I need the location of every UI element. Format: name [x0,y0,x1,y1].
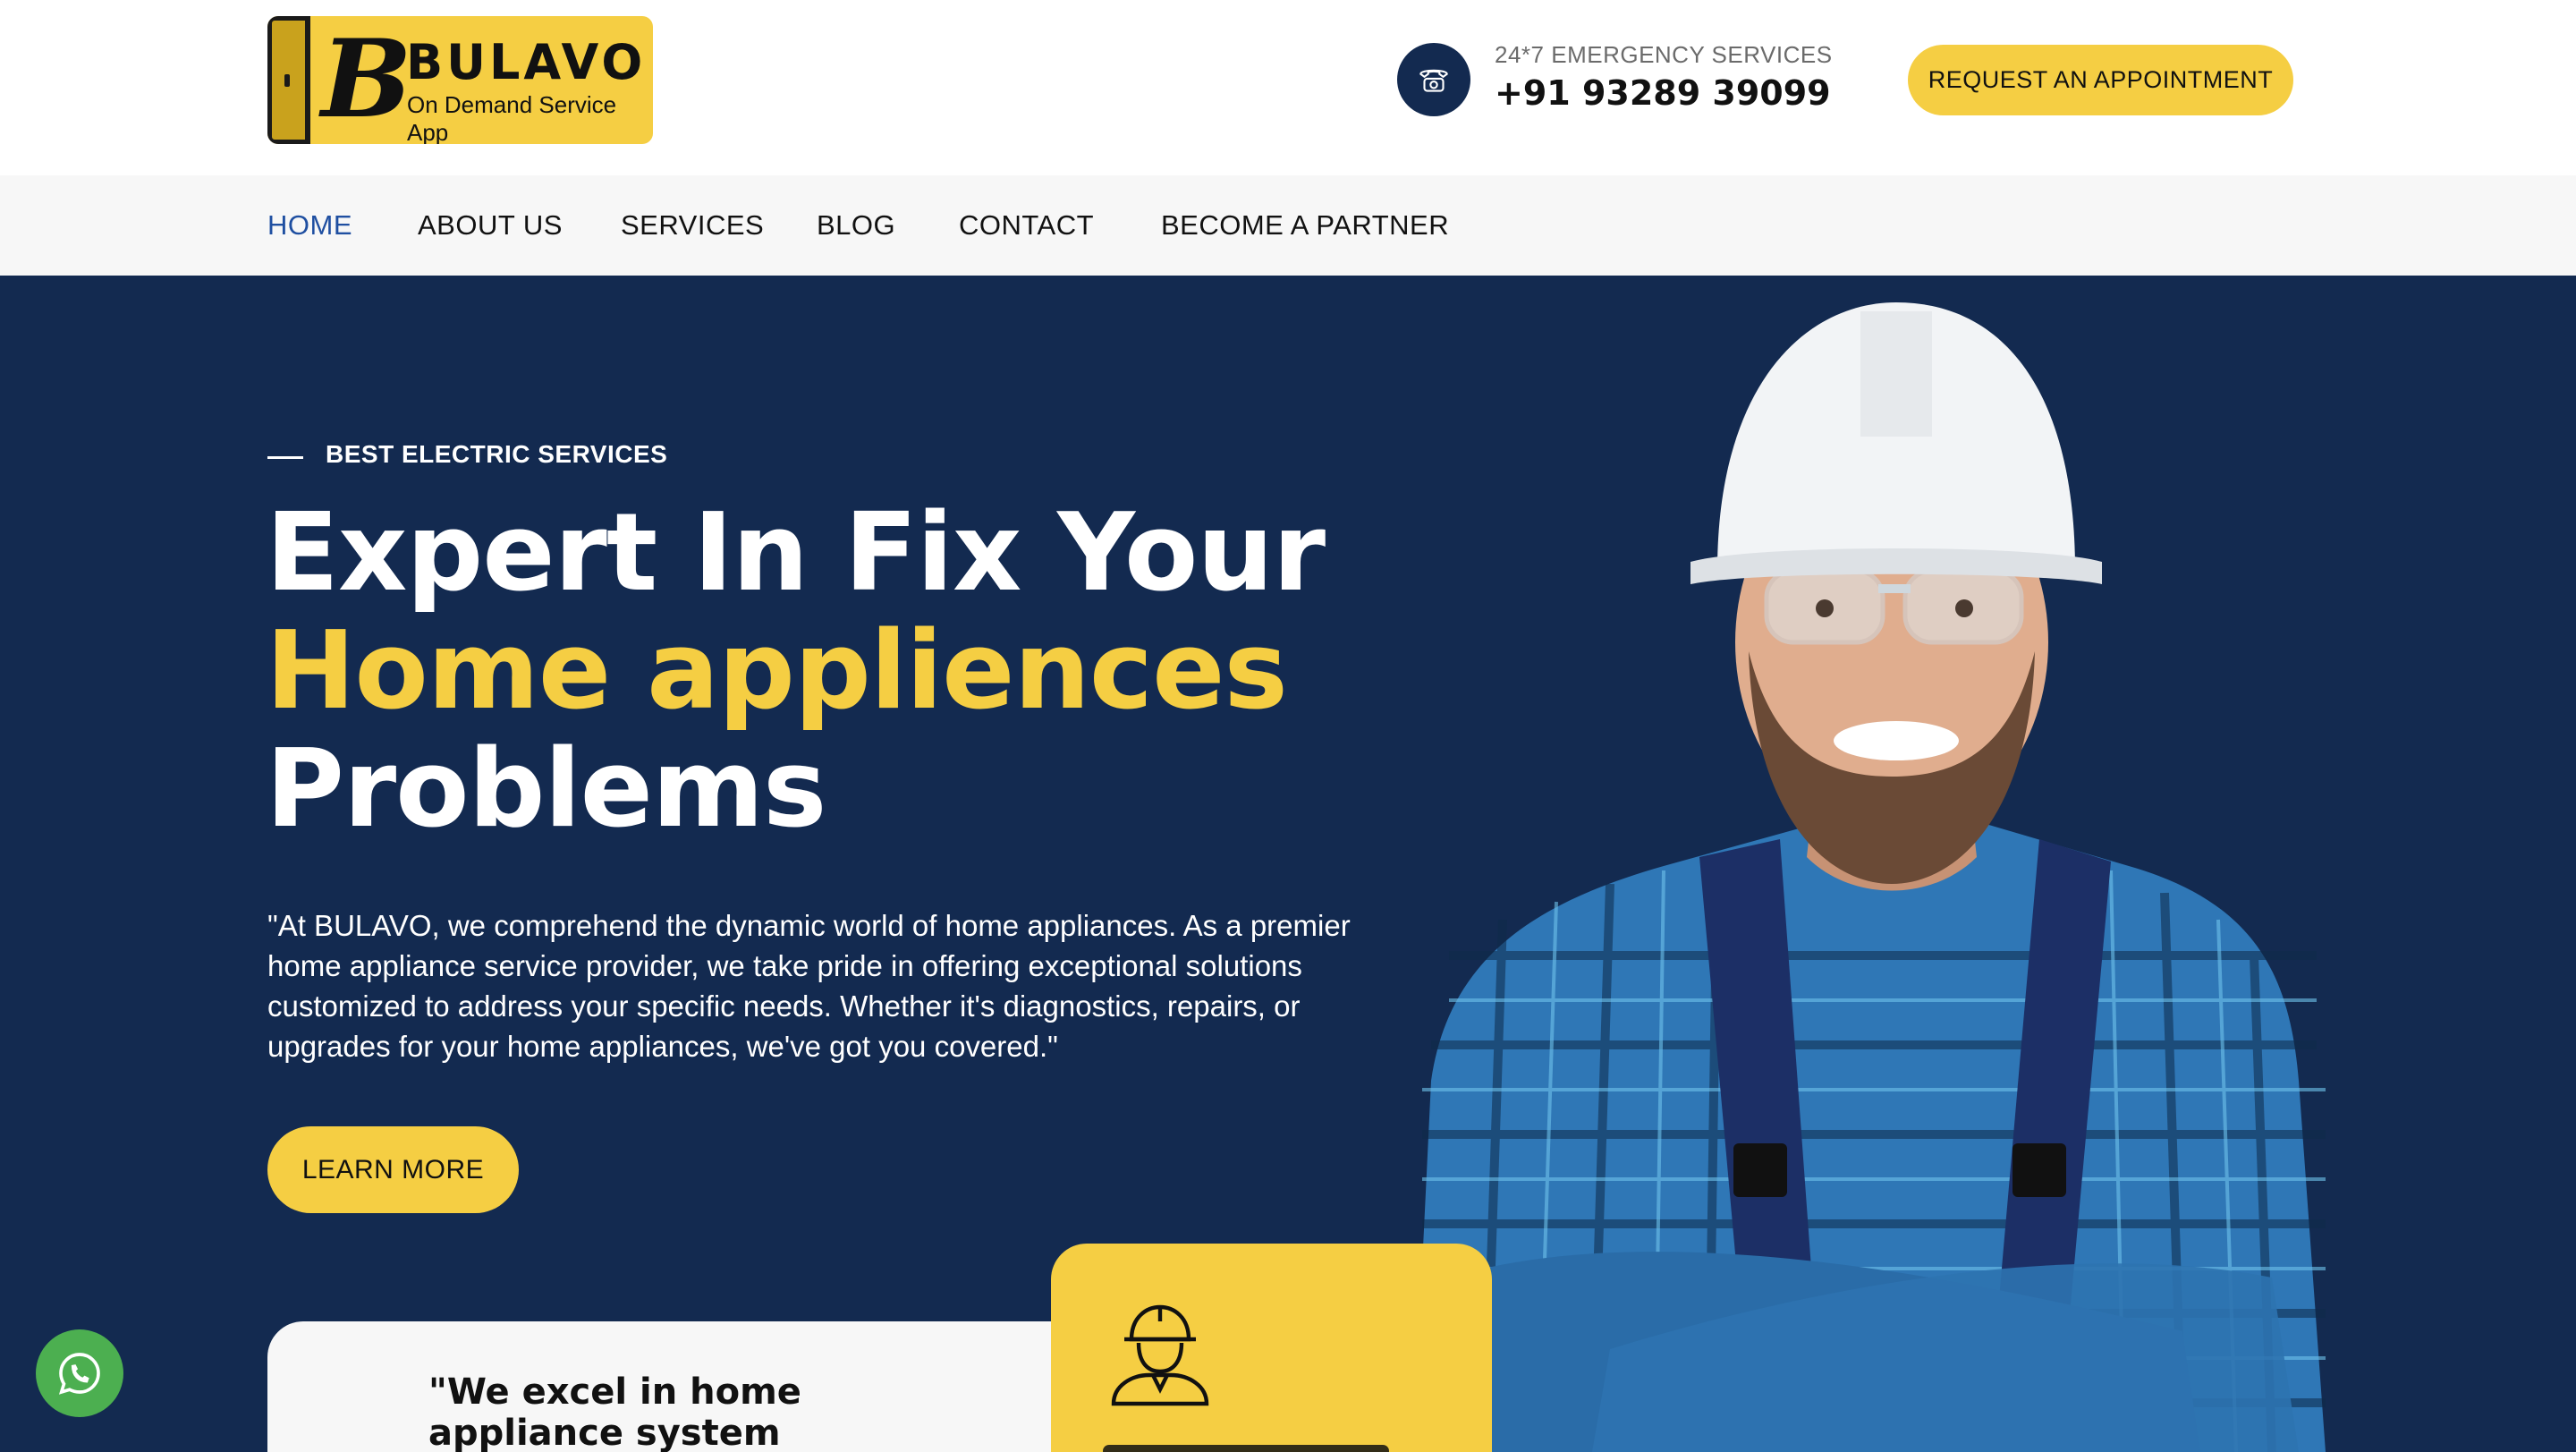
hero-eyebrow: BEST ELECTRIC SERVICES [326,440,668,468]
quote-icon [303,1447,357,1452]
whatsapp-icon[interactable] [36,1329,123,1417]
eyebrow-dash [267,456,303,459]
emergency-phone-number[interactable]: +91 93289 39099 [1495,73,1831,113]
nav-become-a-partner[interactable]: BECOME A PARTNER [1161,209,1449,242]
main-nav: HOME ABOUT US SERVICES BLOG CONTACT BECO… [0,175,2576,276]
site-header: B BULAVO On Demand Service App 24*7 EMER… [0,0,2576,175]
nav-contact[interactable]: CONTACT [959,209,1094,242]
door-icon [267,16,310,144]
service-card [1051,1244,1492,1452]
headline-line-3: Problems [266,727,826,852]
nav-about-us[interactable]: ABOUT US [418,209,563,242]
quote-text: "We excel in home appliance system insta… [428,1371,801,1452]
nav-services[interactable]: SERVICES [621,209,764,242]
learn-more-button[interactable]: LEARN MORE [267,1126,519,1213]
card-title-partial [1103,1445,1389,1452]
worker-helmet-icon [1111,1304,1209,1406]
logo-tagline: On Demand Service App [407,91,617,144]
request-appointment-button[interactable]: REQUEST AN APPOINTMENT [1908,45,2293,115]
nav-blog[interactable]: BLOG [817,209,895,242]
headline-line-1: Expert In Fix Your [266,491,1326,616]
quote-card: "We excel in home appliance system insta… [267,1321,1055,1452]
hero-description: "At BULAVO, we comprehend the dynamic wo… [267,909,1351,1063]
headline-line-2: Home appliences [266,609,1288,734]
telephone-icon[interactable] [1397,43,1470,116]
worker-photo [1413,302,2326,1452]
brand-logo[interactable]: B BULAVO On Demand Service App [267,16,653,144]
nav-home[interactable]: HOME [267,209,352,242]
hero-section: BEST ELECTRIC SERVICES Expert In Fix You… [0,276,2576,1452]
logo-name: BULAVO [406,34,647,90]
emergency-label: 24*7 EMERGENCY SERVICES [1495,41,1833,68]
hero-headline: Expert In Fix Your Home appliences Probl… [266,491,1326,852]
logo-letter: B [321,16,412,142]
